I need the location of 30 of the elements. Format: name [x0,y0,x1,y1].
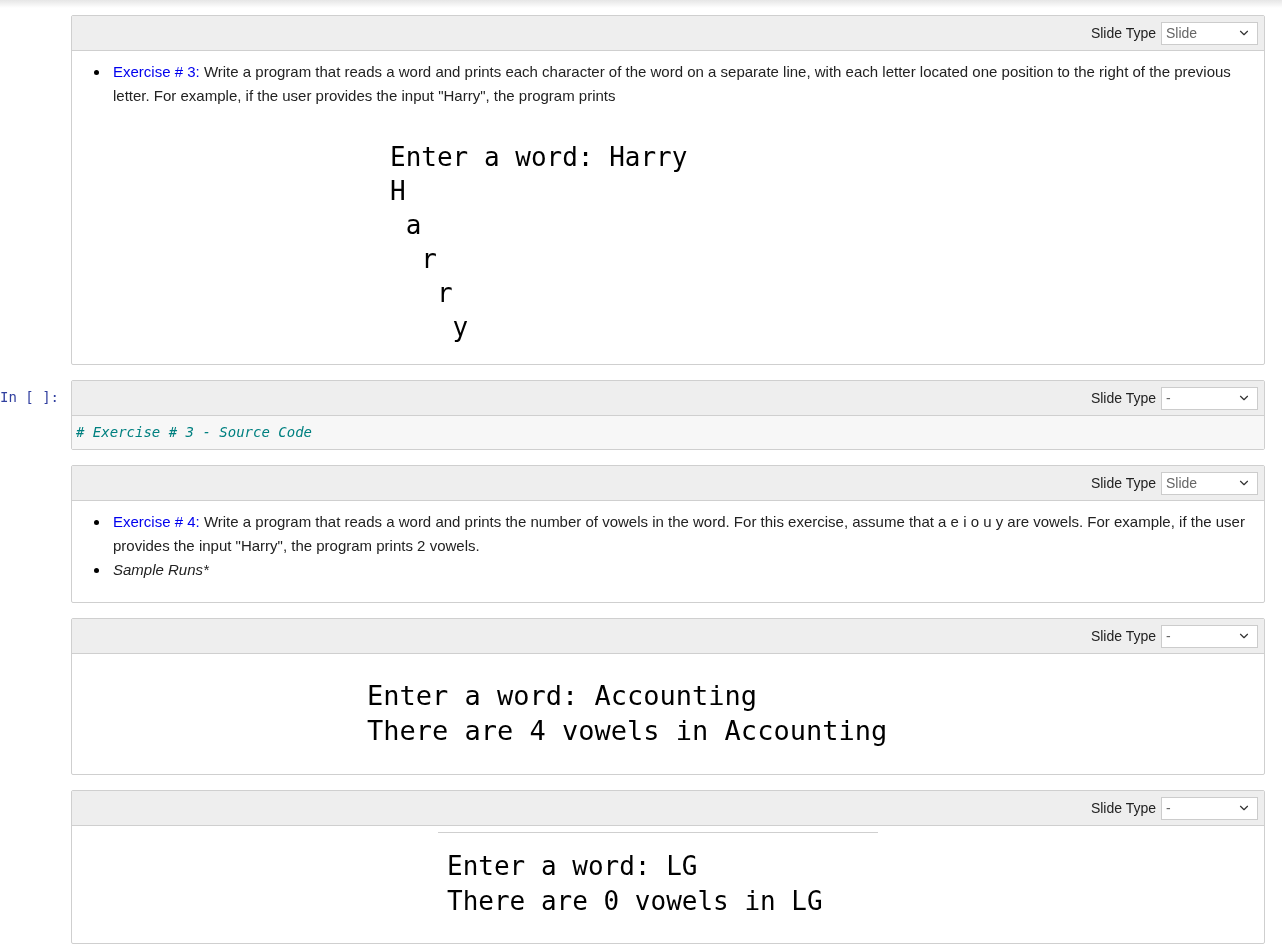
console-output-line: r [420,243,437,276]
console-output-line: y [451,311,469,344]
slide-type-label: Slide Type [1090,798,1156,818]
slide-type-label: Slide Type [1090,388,1156,408]
slide-type-label: Slide Type [1090,473,1156,493]
console-output-line: a [404,209,422,242]
cell-prompt: In [ ]: [0,388,60,407]
slide-type-label: Slide Type [1090,626,1156,646]
console-output-line: There are 0 vowels in LG [447,885,823,918]
console-output-line: Enter a word: Accounting [367,679,758,713]
bullet-icon [94,568,99,573]
bullet-icon [94,70,99,75]
slide-type-select[interactable]: - [1161,796,1258,820]
slide-type-select[interactable]: - [1161,624,1258,648]
exercise-text: Exercise # 4: Write a program that reads a word and prints the number of vowels in the word. For this exercise, assume that a e i o u y are vowels. For example, if the user provides the input "Harry", the program prints 2 vowels. [113,513,1245,554]
slide-type-label: Slide Type [1090,23,1156,43]
console-output-line: Enter a word: Harry [390,141,688,174]
sample-runs-text: Sample Runs* [113,561,209,578]
console-output-line: r [435,277,453,310]
code-comment: # Exercise # 3 - Source Code [76,423,312,442]
exercise-text: Exercise # 3: Write a program that reads a word and prints each character of the word on a separate line, with each letter located one position to the right of the previous letter. For example, if the user provides the input "Harry", the program prints [113,63,1231,104]
bullet-icon [94,520,99,525]
exercise-link[interactable]: Exercise # 3: [113,63,200,80]
slide-type-select[interactable]: - [1161,386,1258,410]
slide-type-select[interactable]: Slide [1161,21,1258,45]
exercise-link[interactable]: Exercise # 4: [113,513,200,530]
console-output-line: H [390,175,406,208]
slide-type-select[interactable]: Slide [1161,471,1258,495]
console-output-line: Enter a word: LG [447,850,698,883]
console-output-line: There are 4 vowels in Accounting [367,714,888,748]
